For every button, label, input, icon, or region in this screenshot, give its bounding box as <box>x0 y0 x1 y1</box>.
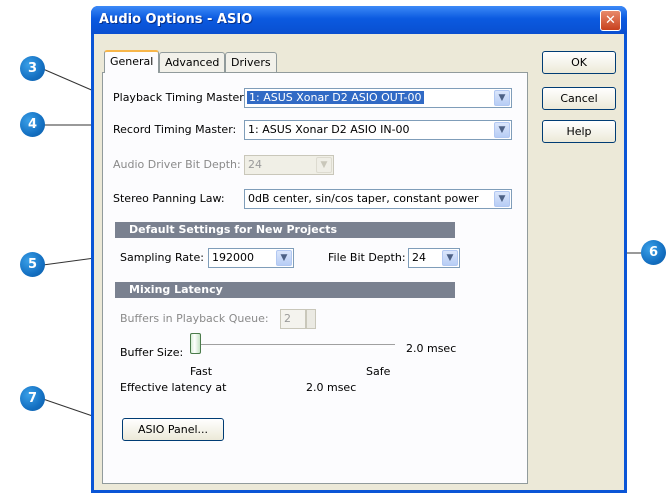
chevron-down-icon[interactable]: ▼ <box>494 122 510 138</box>
tab-general[interactable]: General <box>104 50 160 73</box>
default-settings-header: Default Settings for New Projects <box>115 222 455 238</box>
tab-drivers[interactable]: Drivers <box>225 52 277 72</box>
dialog-client-area: General Advanced Drivers OK Cancel Help … <box>94 34 624 490</box>
mixing-latency-header: Mixing Latency <box>115 282 455 298</box>
record-timing-value: 1: ASUS Xonar D2 ASIO IN-00 <box>248 123 410 136</box>
panning-law-label: Stereo Panning Law: <box>113 192 225 205</box>
callout-badge: 7 <box>20 386 45 411</box>
dialog-title: Audio Options - ASIO <box>99 12 253 27</box>
general-tab-panel: Playback Timing Master: 1: ASUS Xonar D2… <box>102 72 528 484</box>
effective-latency-label: Effective latency at <box>120 381 227 394</box>
callout-badge: 4 <box>20 112 45 137</box>
tab-advanced[interactable]: Advanced <box>159 52 226 72</box>
chevron-down-icon: ▼ <box>316 157 332 173</box>
file-bit-depth-label: File Bit Depth: <box>328 251 406 264</box>
chevron-down-icon[interactable]: ▼ <box>276 250 292 266</box>
safe-label: Safe <box>366 365 391 378</box>
file-bit-depth-select[interactable]: 24 ▼ <box>408 248 460 268</box>
buffer-size-slider[interactable] <box>190 333 395 359</box>
ok-button[interactable]: OK <box>542 51 616 74</box>
close-icon[interactable]: ✕ <box>600 10 621 31</box>
buffer-size-value: 2.0 msec <box>406 342 457 355</box>
chevron-down-icon[interactable]: ▼ <box>494 90 510 106</box>
panning-law-select[interactable]: 0dB center, sin/cos taper, constant powe… <box>244 189 512 209</box>
chevron-down-icon[interactable]: ▼ <box>442 250 458 266</box>
sampling-rate-select[interactable]: 192000 ▼ <box>208 248 294 268</box>
buffers-queue-input: 2 <box>280 309 306 329</box>
sampling-rate-label: Sampling Rate: <box>120 251 204 264</box>
record-timing-label: Record Timing Master: <box>113 123 237 136</box>
playback-timing-label: Playback Timing Master: <box>113 91 248 104</box>
playback-timing-select[interactable]: 1: ASUS Xonar D2 ASIO OUT-00 ▼ <box>244 88 512 108</box>
effective-latency-value: 2.0 msec <box>306 381 357 394</box>
help-button[interactable]: Help <box>542 120 616 143</box>
record-timing-select[interactable]: 1: ASUS Xonar D2 ASIO IN-00 ▼ <box>244 120 512 140</box>
callout-badge: 6 <box>641 240 666 265</box>
cancel-button[interactable]: Cancel <box>542 87 616 110</box>
buffers-queue-spinner <box>306 309 316 329</box>
buffers-queue-value: 2 <box>284 312 291 325</box>
audio-options-dialog: Audio Options - ASIO ✕ General Advanced … <box>91 6 627 493</box>
buffer-size-thumb[interactable] <box>190 333 201 354</box>
chevron-down-icon[interactable]: ▼ <box>494 191 510 207</box>
fast-label: Fast <box>190 365 213 378</box>
asio-panel-button[interactable]: ASIO Panel... <box>122 418 224 441</box>
buffer-size-track <box>190 344 395 348</box>
driver-bit-depth-select: 24 ▼ <box>244 155 334 175</box>
buffer-size-label: Buffer Size: <box>120 346 184 359</box>
sampling-rate-value: 192000 <box>212 251 254 264</box>
callout-badge: 5 <box>20 252 45 277</box>
callout-badge: 3 <box>20 56 45 81</box>
driver-bit-depth-label: Audio Driver Bit Depth: <box>113 158 241 171</box>
driver-bit-depth-value: 24 <box>248 158 262 171</box>
title-bar[interactable]: Audio Options - ASIO ✕ <box>91 6 627 34</box>
panning-law-value: 0dB center, sin/cos taper, constant powe… <box>248 192 479 205</box>
buffers-queue-label: Buffers in Playback Queue: <box>120 312 269 325</box>
playback-timing-value: 1: ASUS Xonar D2 ASIO OUT-00 <box>247 91 424 104</box>
file-bit-depth-value: 24 <box>412 251 426 264</box>
